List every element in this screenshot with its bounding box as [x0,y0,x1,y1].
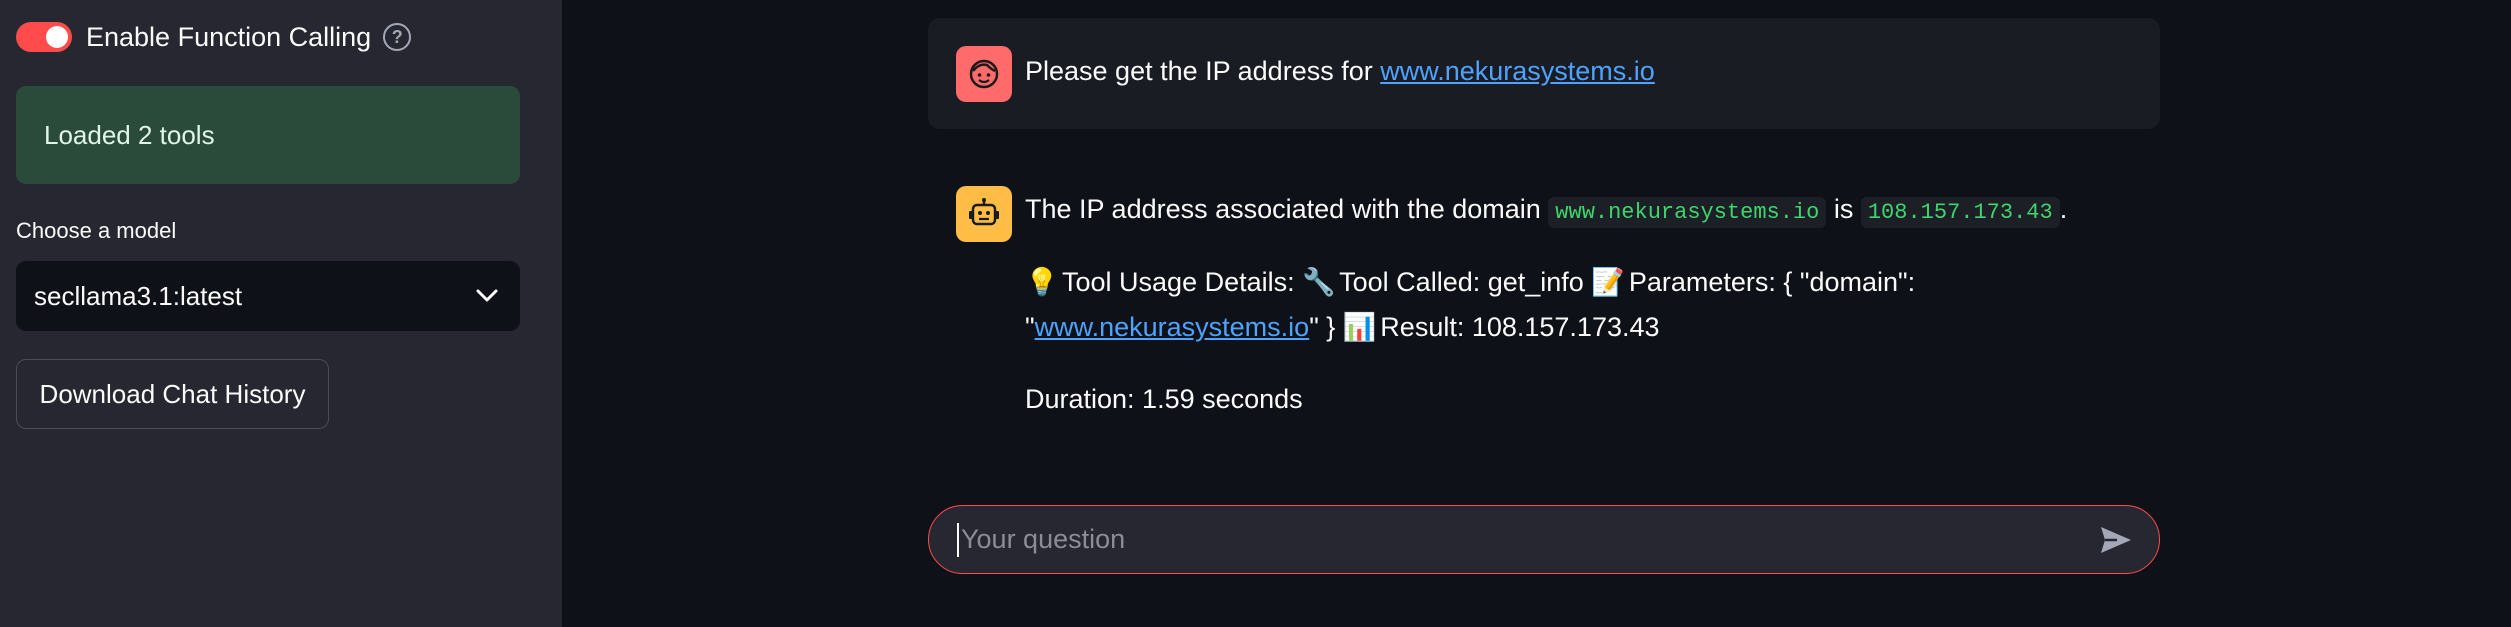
domain-code: www.nekurasystems.io [1548,197,1827,228]
bar-chart-icon: 📊 [1342,312,1377,342]
result-text: Result: 108.157.173.43 [1372,312,1660,342]
function-calling-toggle-row: Enable Function Calling ? [16,18,412,56]
answer-mid: is [1826,194,1861,224]
tools-loaded-alert: Loaded 2 tools [16,86,520,184]
answer-suffix: . [2059,194,2068,224]
user-message-link[interactable]: www.nekurasystems.io [1380,56,1655,86]
download-chat-history-button[interactable]: Download Chat History [16,359,329,429]
tool-called-text: Tool Called: get_info [1332,267,1592,297]
sidebar: Enable Function Calling ? Loaded 2 tools… [0,0,562,627]
help-icon[interactable]: ? [383,23,412,51]
tool-params-result-line: "www.nekurasystems.io" } 📊 Result: 108.1… [1025,311,1660,343]
tool-usage-details-line: 💡 Tool Usage Details: 🔧 Tool Called: get… [1025,266,1915,298]
duration-text: Duration: 1.59 seconds [1025,384,1303,414]
user-message-prefix: Please get the IP address for [1025,56,1381,86]
quote-open: " [1025,312,1035,342]
param-domain-link[interactable]: www.nekurasystems.io [1035,312,1310,342]
wrench-icon: 🔧 [1302,267,1336,297]
answer-prefix: The IP address associated with the domai… [1025,194,1549,224]
function-calling-label: Enable Function Calling [86,21,372,52]
model-select-label: Choose a model [16,218,177,243]
user-message-text: Please get the IP address for www.nekura… [1025,56,1655,87]
chat-input[interactable] [957,522,2099,557]
memo-icon: 📝 [1591,267,1625,297]
model-select[interactable]: secllama3.1:latest [16,261,520,331]
send-icon[interactable] [2099,525,2133,555]
toggle-knob [46,26,68,48]
user-face-icon [956,46,1012,102]
assistant-answer-line: The IP address associated with the domai… [1025,194,2068,228]
alert-text: Loaded 2 tools [44,119,215,150]
tool-usage-label: Tool Usage Details: [1055,267,1303,297]
ip-code: 108.157.173.43 [1860,197,2060,228]
user-message: Please get the IP address for www.nekura… [928,18,2160,129]
quote-close: " } [1309,312,1343,342]
robot-icon [956,186,1012,242]
parameters-text: Parameters: { "domain": [1621,267,1916,297]
lightbulb-icon: 💡 [1025,267,1059,297]
model-select-value: secllama3.1:latest [34,280,243,311]
chat-input-container [928,505,2160,574]
chevron-down-icon [476,289,498,303]
function-calling-toggle[interactable] [16,22,72,52]
